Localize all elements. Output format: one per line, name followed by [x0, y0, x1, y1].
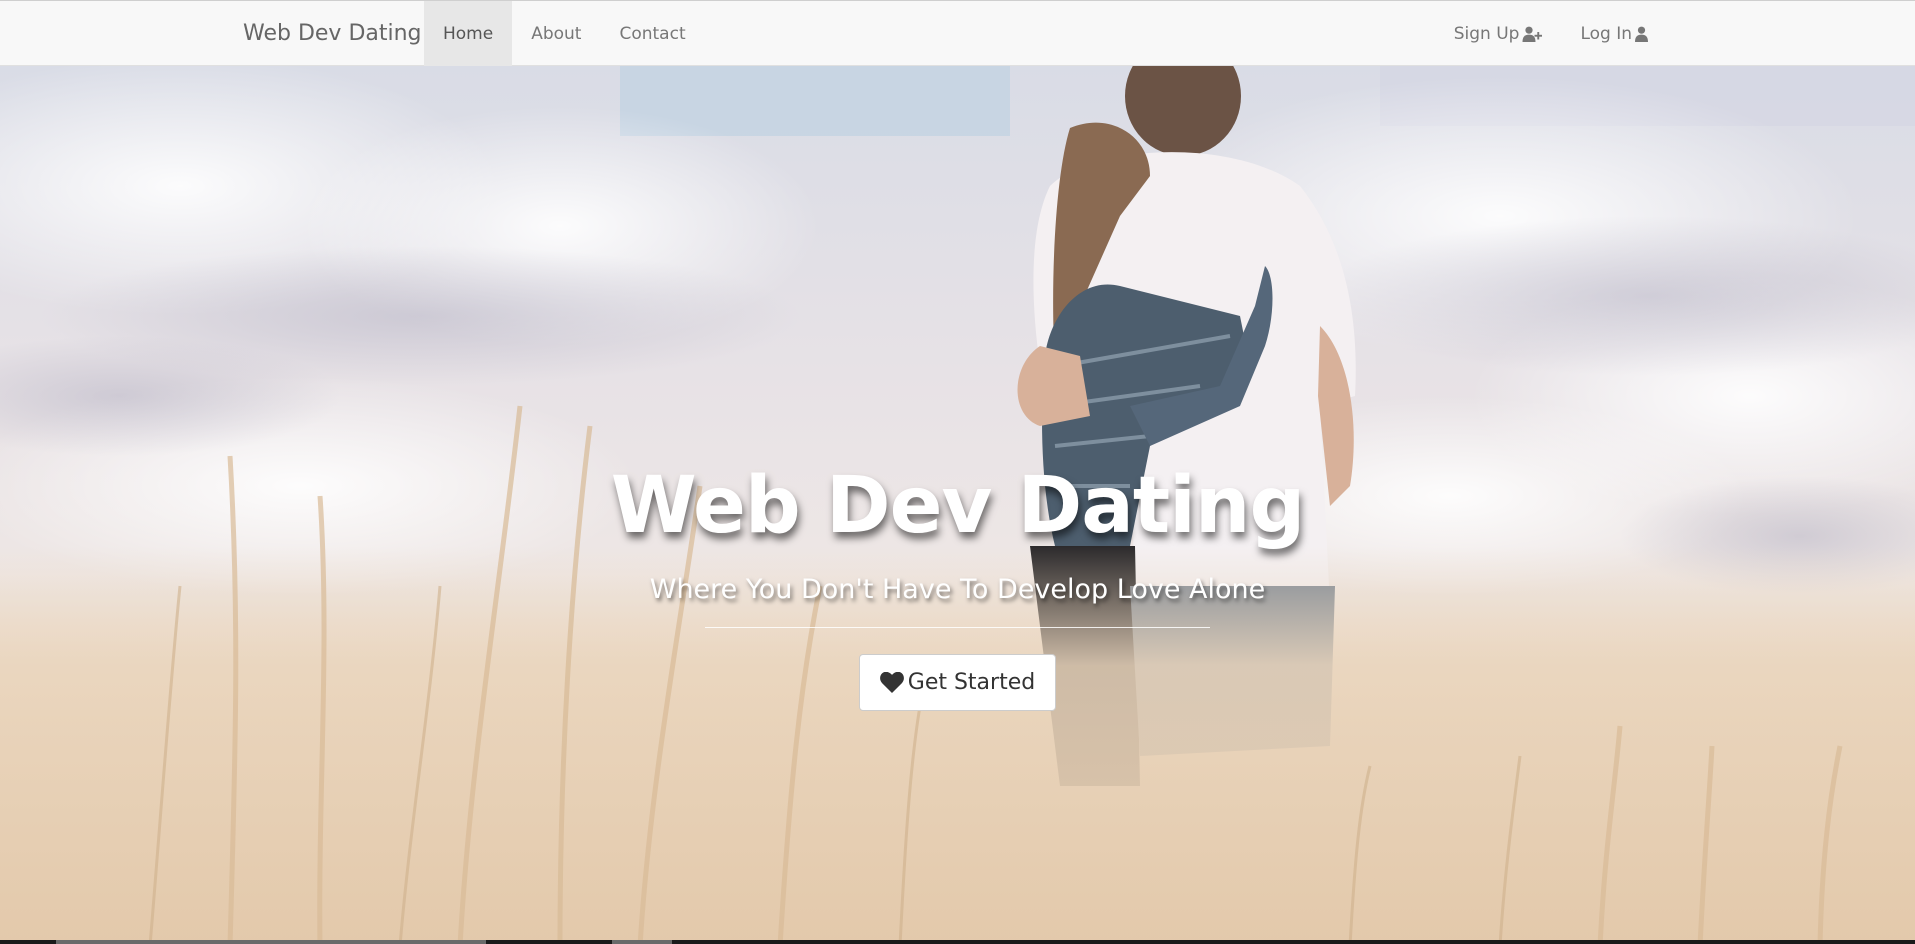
nav-item-label: Log In [1580, 23, 1632, 44]
nav-item-label: About [531, 23, 582, 44]
heart-icon [879, 671, 904, 693]
nav-right-menu: Sign Up Log In [1435, 1, 1667, 66]
nav-item-label: Sign Up [1453, 23, 1520, 44]
nav-left-menu: Home About Contact [424, 1, 705, 66]
hero-content: Web Dev Dating Where You Don't Have To D… [0, 461, 1915, 711]
nav-item-home[interactable]: Home [424, 1, 513, 66]
hero-section: Web Dev Dating Where You Don't Have To D… [0, 66, 1915, 944]
nav-item-log-in[interactable]: Log In [1561, 1, 1667, 66]
hero-divider [705, 626, 1210, 628]
user-icon [1635, 26, 1648, 42]
nav-item-label: Home [443, 23, 494, 44]
nav-item-contact[interactable]: Contact [600, 1, 704, 66]
hero-subtitle: Where You Don't Have To Develop Love Alo… [649, 573, 1266, 605]
nav-item-sign-up[interactable]: Sign Up [1435, 1, 1562, 66]
top-navbar: Web Dev Dating Home About Contact Sign U… [0, 0, 1915, 66]
get-started-label: Get Started [907, 669, 1036, 695]
get-started-button[interactable]: Get Started [858, 653, 1057, 711]
user-plus-icon [1522, 26, 1543, 42]
nav-item-label: Contact [619, 23, 686, 44]
hero-title: Web Dev Dating [610, 461, 1306, 551]
nav-item-about[interactable]: About [512, 1, 600, 66]
navbar-brand[interactable]: Web Dev Dating [243, 1, 422, 66]
bottom-edge-bar [0, 940, 1915, 944]
